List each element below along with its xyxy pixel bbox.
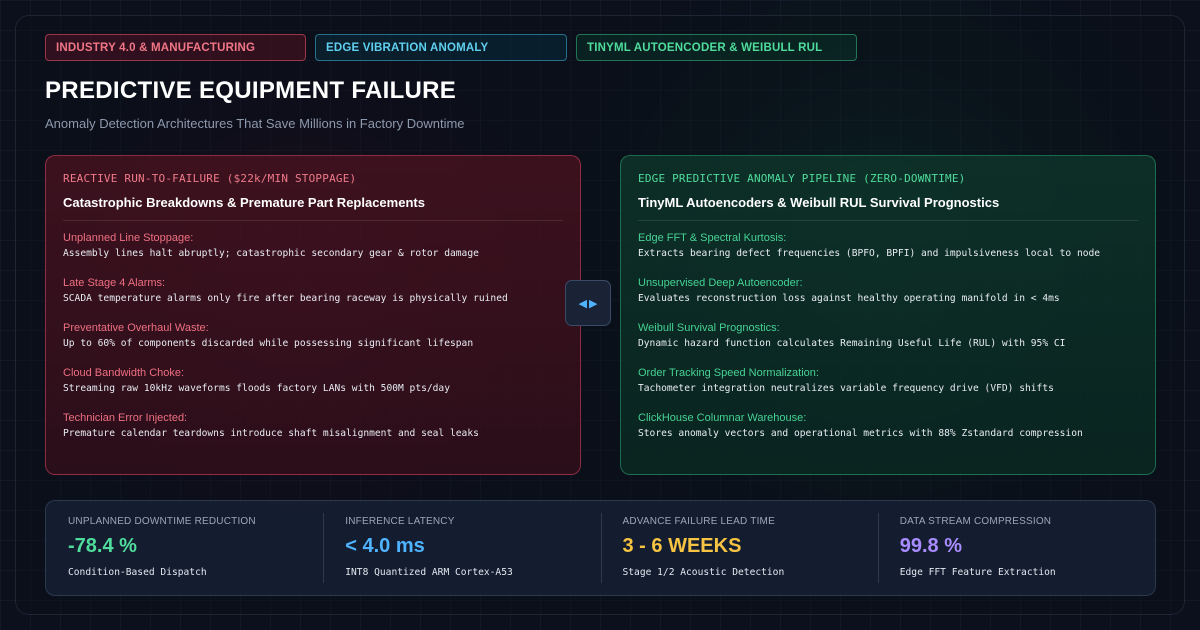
arrow-left-icon: ◀ [578,297,587,310]
left-right-arrows-icon: ◀ ▶ [565,280,611,326]
tag-row: INDUSTRY 4.0 & MANUFACTURING EDGE VIBRAT… [45,34,857,61]
item-description: Assembly lines halt abruptly; catastroph… [63,248,479,259]
stat-note: Condition-Based Dispatch [68,567,207,578]
list-item: Edge FFT & Spectral Kurtosis: Extracts b… [638,232,1138,277]
item-label: Unplanned Line Stoppage: [63,232,194,244]
item-label: Late Stage 4 Alarms: [63,277,166,289]
stat-note: Stage 1/2 Acoustic Detection [622,567,785,578]
item-description: Extracts bearing defect frequencies (BPF… [638,248,1101,259]
stat-note: INT8 Quantized ARM Cortex-A53 [345,567,513,578]
item-description: Evaluates reconstruction loss against he… [638,293,1060,304]
item-description: Dynamic hazard function calculates Remai… [638,338,1066,349]
item-label: Preventative Overhaul Waste: [63,322,209,334]
panel-heading: TinyML Autoencoders & Weibull RUL Surviv… [638,195,1138,221]
panel-kicker: REACTIVE RUN-TO-FAILURE ($22k/MIN STOPPA… [63,172,357,185]
list-item: Preventative Overhaul Waste: Up to 60% o… [63,322,563,367]
item-label: Unsupervised Deep Autoencoder: [638,277,803,289]
tag-industry: INDUSTRY 4.0 & MANUFACTURING [45,34,306,61]
list-item: Technician Error Injected: Premature cal… [63,412,563,457]
item-label: Cloud Bandwidth Choke: [63,367,185,379]
list-item: Weibull Survival Prognostics: Dynamic ha… [638,322,1138,367]
item-description: SCADA temperature alarms only fire after… [63,293,508,304]
item-label: Technician Error Injected: [63,412,188,424]
tag-tinyml: TINYML AUTOENCODER & WEIBULL RUL [576,34,857,61]
stat-inference-latency: INFERENCE LATENCY < 4.0 ms INT8 Quantize… [323,501,600,595]
item-description: Tachometer integration neutralizes varia… [638,383,1054,394]
panel-heading: Catastrophic Breakdowns & Premature Part… [63,195,563,221]
metrics-bar: UNPLANNED DOWNTIME REDUCTION -78.4 % Con… [45,500,1156,596]
panel-kicker: EDGE PREDICTIVE ANOMALY PIPELINE (ZERO-D… [638,172,966,185]
page-title: PREDICTIVE EQUIPMENT FAILURE [45,77,457,104]
stat-label: DATA STREAM COMPRESSION [899,516,1052,527]
predictive-panel: EDGE PREDICTIVE ANOMALY PIPELINE (ZERO-D… [620,155,1156,475]
stat-lead-time: ADVANCE FAILURE LEAD TIME 3 - 6 WEEKS St… [600,501,878,595]
list-item: Unplanned Line Stoppage: Assembly lines … [63,232,563,277]
stat-label: ADVANCE FAILURE LEAD TIME [622,516,775,527]
stat-compression: DATA STREAM COMPRESSION 99.8 % Edge FFT … [877,501,1155,595]
stat-value: < 4.0 ms [345,535,425,557]
item-description: Up to 60% of components discarded while … [63,338,474,349]
list-item: Unsupervised Deep Autoencoder: Evaluates… [638,277,1138,322]
stat-label: INFERENCE LATENCY [345,516,455,527]
stat-label: UNPLANNED DOWNTIME REDUCTION [68,516,256,527]
page-subtitle: Anomaly Detection Architectures That Sav… [45,116,465,131]
stat-value: 3 - 6 WEEKS [622,535,742,557]
tag-edge-vibration: EDGE VIBRATION ANOMALY [315,34,567,61]
arrow-right-icon: ▶ [589,297,598,310]
item-description: Streaming raw 10kHz waveforms floods fac… [63,383,450,394]
item-description: Stores anomaly vectors and operational m… [638,428,1083,439]
list-item: Late Stage 4 Alarms: SCADA temperature a… [63,277,563,322]
item-label: Order Tracking Speed Normalization: [638,367,819,379]
item-label: Weibull Survival Prognostics: [638,322,780,334]
stat-downtime-reduction: UNPLANNED DOWNTIME REDUCTION -78.4 % Con… [46,501,323,595]
list-item: Cloud Bandwidth Choke: Streaming raw 10k… [63,367,563,412]
list-item: Order Tracking Speed Normalization: Tach… [638,367,1138,412]
item-label: Edge FFT & Spectral Kurtosis: [638,232,787,244]
reactive-panel: REACTIVE RUN-TO-FAILURE ($22k/MIN STOPPA… [45,155,581,475]
item-label: ClickHouse Columnar Warehouse: [638,412,807,424]
item-description: Premature calendar teardowns introduce s… [63,428,479,439]
stat-value: 99.8 % [899,535,963,557]
list-item: ClickHouse Columnar Warehouse: Stores an… [638,412,1138,457]
stat-note: Edge FFT Feature Extraction [899,567,1056,578]
stat-value: -78.4 % [68,535,137,557]
